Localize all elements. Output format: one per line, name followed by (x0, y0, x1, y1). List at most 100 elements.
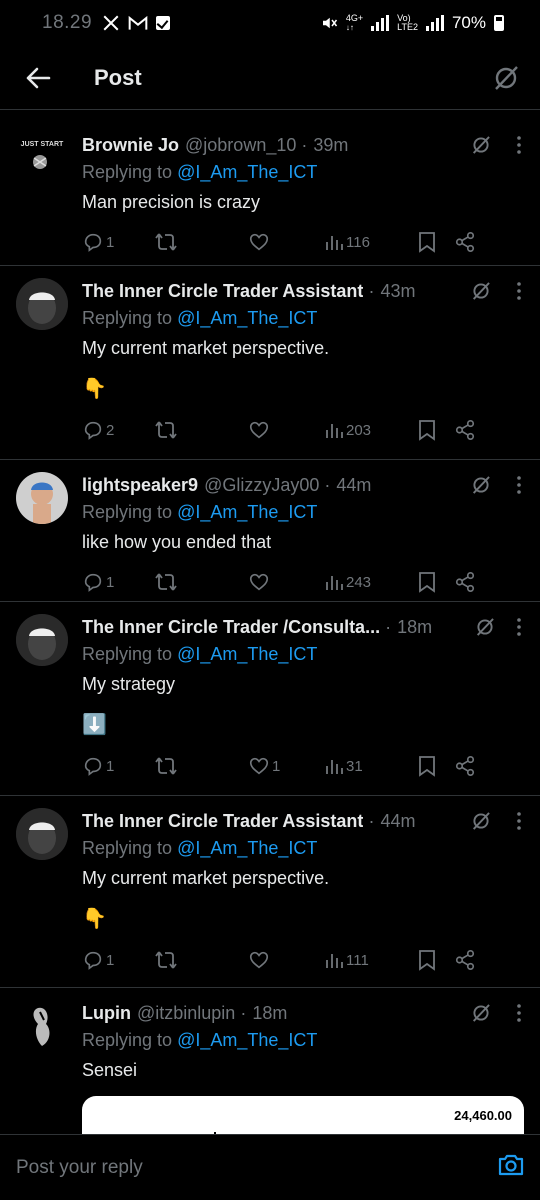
like-button[interactable] (248, 571, 324, 593)
views-button[interactable]: 31 (324, 756, 418, 776)
replying-to-link[interactable]: @I_Am_The_ICT (177, 1030, 317, 1050)
reply-post[interactable]: lightspeaker9 @GlizzyJay00 · 44m Replyin… (0, 460, 540, 602)
author-name[interactable]: lightspeaker9 (82, 475, 198, 496)
post-actions: 1 243 (82, 562, 524, 602)
repost-button[interactable] (154, 571, 248, 593)
like-button[interactable]: 1 (248, 755, 324, 777)
avatar[interactable] (16, 278, 68, 330)
heart-icon (249, 757, 269, 775)
repost-button[interactable] (154, 419, 248, 441)
reply-button[interactable]: 1 (82, 949, 154, 971)
repost-button[interactable] (154, 755, 248, 777)
views-button[interactable]: 116 (324, 232, 418, 252)
status-time: 18.29 (42, 12, 93, 33)
author-name[interactable]: The Inner Circle Trader Assistant (82, 281, 363, 302)
avatar[interactable] (16, 808, 68, 860)
grok-icon[interactable] (470, 1002, 492, 1024)
replying-to-link[interactable]: @I_Am_The_ICT (177, 502, 317, 522)
post-media-image[interactable]: 24,460.00 (82, 1096, 524, 1134)
reply-post[interactable]: The Inner Circle Trader Assistant · 44m … (0, 796, 540, 988)
reply-feed: JUST START Brownie Jo @jobrown_10 · 39m … (0, 120, 540, 1134)
author-name[interactable]: The Inner Circle Trader /Consulta... (82, 617, 380, 638)
post-time[interactable]: 43m (380, 281, 415, 302)
avatar-image (16, 1000, 68, 1052)
camera-button[interactable] (498, 1153, 524, 1182)
x-logo-icon (103, 15, 119, 31)
post-time[interactable]: 44m (380, 811, 415, 832)
reply-post[interactable]: The Inner Circle Trader Assistant · 43m … (0, 266, 540, 460)
like-button[interactable] (248, 419, 324, 441)
post-time[interactable]: 18m (252, 1003, 287, 1024)
views-count: 31 (346, 757, 363, 775)
reply-count: 1 (106, 573, 115, 591)
share-button[interactable] (454, 755, 484, 777)
more-options-icon[interactable] (516, 135, 522, 155)
grok-icon[interactable] (470, 134, 492, 156)
reply-button[interactable]: 2 (82, 419, 154, 441)
grok-icon[interactable] (470, 474, 492, 496)
post-time[interactable]: 44m (336, 475, 371, 496)
more-options-icon[interactable] (516, 475, 522, 495)
grok-icon[interactable] (470, 810, 492, 832)
share-button[interactable] (454, 571, 484, 593)
bookmark-icon (419, 950, 435, 971)
bookmark-button[interactable] (418, 231, 454, 253)
like-button[interactable] (248, 949, 324, 971)
bookmark-button[interactable] (418, 949, 454, 971)
share-button[interactable] (454, 231, 484, 253)
like-button[interactable] (248, 231, 324, 253)
reply-input[interactable]: Post your reply (16, 1157, 143, 1179)
post-actions: 1 116 (82, 222, 524, 262)
grok-button[interactable] (490, 62, 522, 94)
grok-icon[interactable] (474, 616, 496, 638)
repost-button[interactable] (154, 231, 248, 253)
replying-to-link[interactable]: @I_Am_The_ICT (177, 308, 317, 328)
reply-icon (84, 573, 102, 592)
more-options-icon[interactable] (516, 281, 522, 301)
avatar[interactable] (16, 614, 68, 666)
author-handle[interactable]: @GlizzyJay00 (204, 475, 319, 496)
replying-to-link[interactable]: @I_Am_The_ICT (177, 644, 317, 664)
author-handle[interactable]: @itzbinlupin (137, 1003, 235, 1024)
heart-icon (249, 951, 269, 969)
views-button[interactable]: 111 (324, 950, 418, 970)
bookmark-button[interactable] (418, 571, 454, 593)
replying-to-link[interactable]: @I_Am_The_ICT (177, 162, 317, 182)
views-button[interactable]: 243 (324, 572, 418, 592)
reply-button[interactable]: 1 (82, 571, 154, 593)
share-button[interactable] (454, 949, 484, 971)
views-button[interactable]: 203 (324, 420, 418, 440)
avatar[interactable] (16, 1000, 68, 1052)
reply-post[interactable]: JUST START Brownie Jo @jobrown_10 · 39m … (0, 120, 540, 266)
replying-to: Replying to @I_Am_The_ICT (82, 162, 318, 182)
more-options-icon[interactable] (516, 1003, 522, 1023)
reply-button[interactable]: 1 (82, 231, 154, 253)
bookmark-button[interactable] (418, 755, 454, 777)
post-text: Man precision is crazy (82, 192, 261, 212)
gmail-icon (128, 15, 148, 30)
avatar[interactable] (16, 472, 68, 524)
bookmark-button[interactable] (418, 419, 454, 441)
back-button[interactable] (18, 58, 58, 98)
avatar[interactable]: JUST START (16, 132, 68, 184)
replying-to-link[interactable]: @I_Am_The_ICT (177, 838, 317, 858)
reply-post[interactable]: Lupin @itzbinlupin · 18m Replying to @I_… (0, 988, 540, 1134)
author-name[interactable]: Brownie Jo (82, 135, 179, 156)
more-options-icon[interactable] (516, 811, 522, 831)
grok-icon[interactable] (470, 280, 492, 302)
author-name[interactable]: The Inner Circle Trader Assistant (82, 811, 363, 832)
repost-button[interactable] (154, 949, 248, 971)
post-time[interactable]: 18m (397, 617, 432, 638)
avatar-image: JUST START (21, 141, 64, 169)
reply-button[interactable]: 1 (82, 755, 154, 777)
more-options-icon[interactable] (516, 617, 522, 637)
share-icon (455, 950, 475, 970)
repost-icon (155, 757, 177, 775)
reply-post[interactable]: The Inner Circle Trader /Consulta... · 1… (0, 602, 540, 796)
author-handle[interactable]: @jobrown_10 (185, 135, 296, 156)
like-count: 1 (272, 757, 281, 775)
author-name[interactable]: Lupin (82, 1003, 131, 1024)
share-button[interactable] (454, 419, 484, 441)
reply-composer[interactable]: Post your reply (0, 1134, 540, 1200)
post-time[interactable]: 39m (313, 135, 348, 156)
